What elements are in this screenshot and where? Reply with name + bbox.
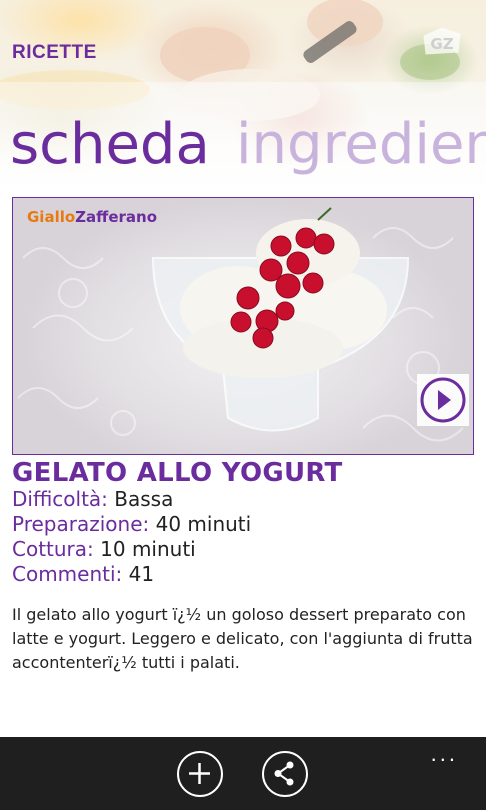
meta-cooking-label: Cottura: [12, 537, 94, 561]
recipe-photo-image [17, 207, 464, 442]
app-bar: ... [0, 737, 486, 810]
share-button[interactable] [262, 751, 308, 797]
pivot-tab-scheda[interactable]: scheda [10, 110, 210, 180]
meta-preparation-label: Preparazione: [12, 512, 150, 536]
add-icon [189, 763, 210, 784]
recipe-description: Il gelato allo yogurt ï¿½ un goloso dess… [12, 605, 473, 672]
more-options-button[interactable]: ... [431, 741, 458, 767]
play-video-button[interactable] [417, 374, 469, 426]
meta-comments-value: 41 [122, 562, 155, 586]
add-button[interactable] [177, 751, 223, 797]
giallozafferano-logo: GialloZafferano [27, 208, 157, 226]
meta-cooking: Cottura: 10 minuti [12, 537, 196, 562]
app-title: RICETTE [12, 42, 97, 63]
header-top-tint [0, 0, 486, 82]
recipe-title: GELATO ALLO YOGURT [12, 458, 343, 488]
meta-comments[interactable]: Commenti: 41 [12, 562, 154, 587]
brand-logo-part1: Giallo [27, 208, 76, 226]
meta-comments-label: Commenti: [12, 562, 123, 586]
gz-logo: GZ [420, 24, 464, 58]
meta-difficulty-label: Difficoltà: [12, 487, 108, 511]
share-icon [274, 761, 294, 786]
meta-preparation-value: 40 minuti [149, 512, 252, 536]
play-icon [420, 377, 466, 423]
pivot-tab-ingredienti[interactable]: ingredien [236, 110, 486, 180]
gz-logo-text: GZ [430, 35, 453, 53]
meta-cooking-value: 10 minuti [93, 537, 196, 561]
meta-difficulty: Difficoltà: Bassa [12, 487, 173, 512]
meta-difficulty-value: Bassa [107, 487, 174, 511]
brand-logo-part2: Zafferano [75, 208, 157, 226]
recipe-photo: GialloZafferano [12, 197, 474, 455]
meta-preparation: Preparazione: 40 minuti [12, 512, 251, 537]
pivot-header: scheda ingredien [0, 110, 486, 180]
